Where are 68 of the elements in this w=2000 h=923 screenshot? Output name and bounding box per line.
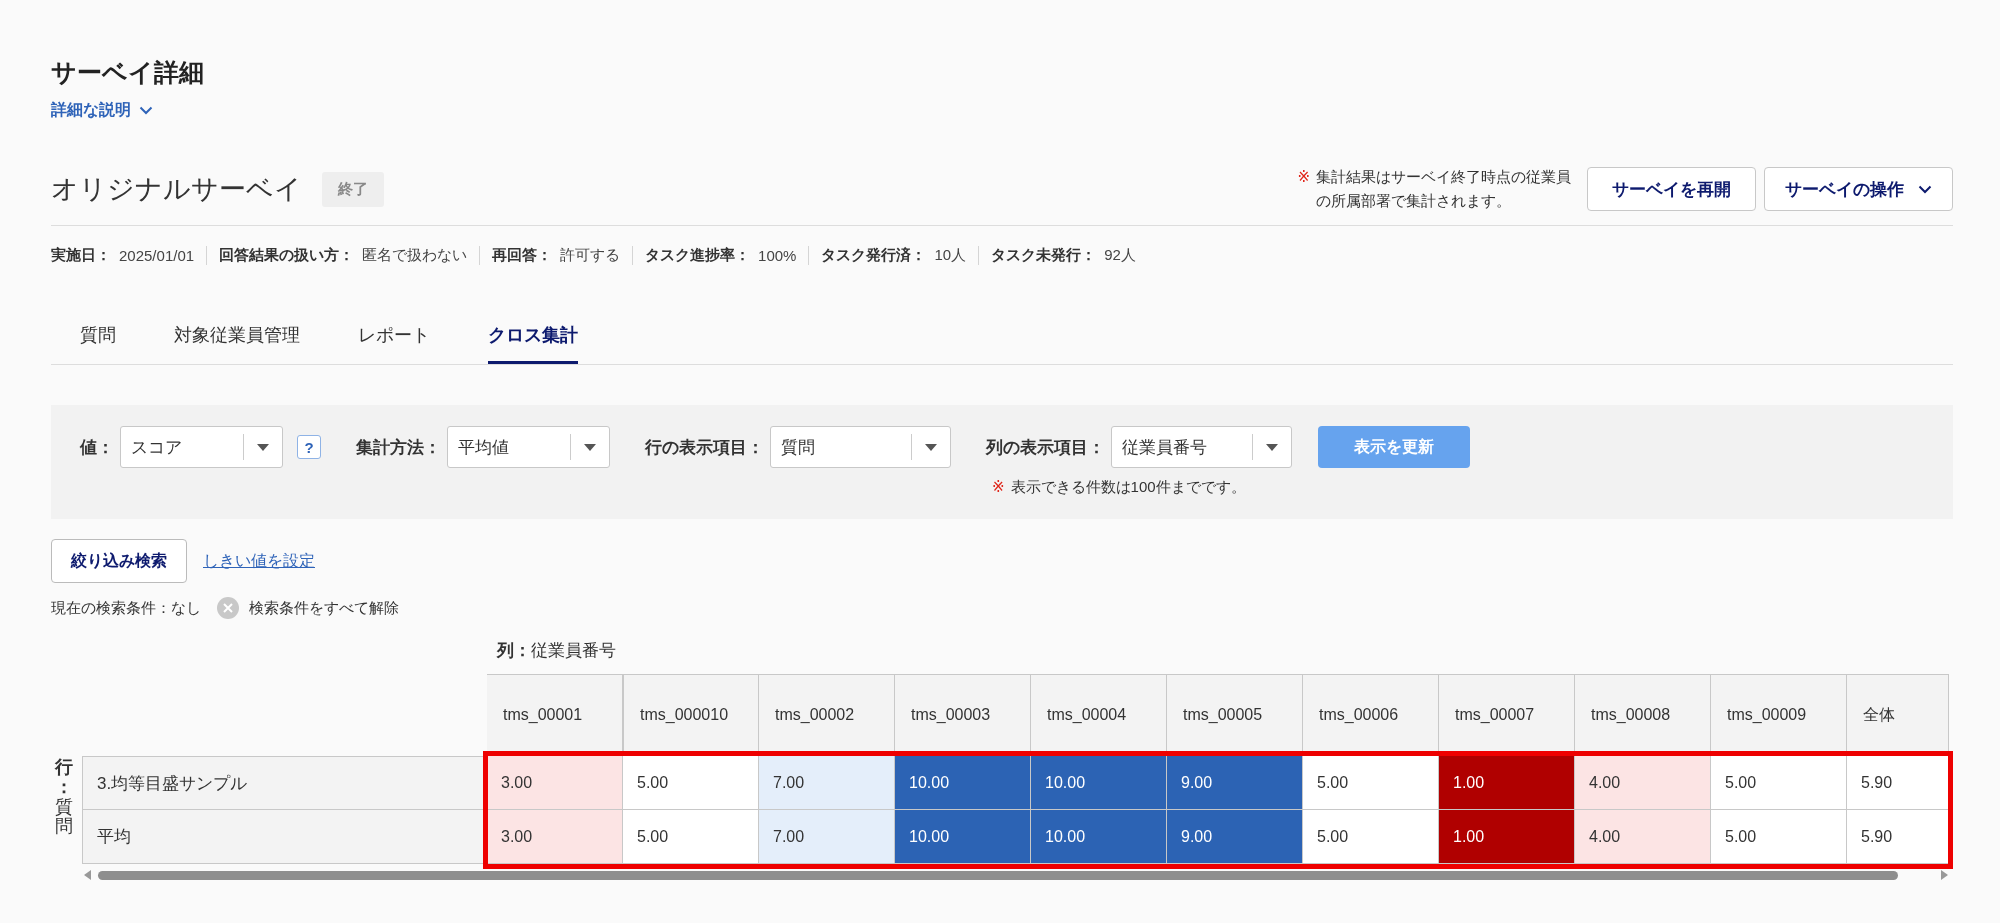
dropdown[interactable]: スコア — [120, 426, 283, 468]
dropdown[interactable]: 質問 — [770, 426, 951, 468]
table-cell: 10.00 — [1031, 810, 1167, 864]
table-cell: 4.00 — [1575, 756, 1711, 810]
table-cell: 3.00 — [487, 810, 623, 864]
description-toggle[interactable]: 詳細な説明 — [51, 100, 153, 121]
caret-icon — [1266, 443, 1278, 451]
dropdown[interactable]: 従業員番号 — [1111, 426, 1292, 468]
filter-search-button[interactable]: 絞り込み検索 — [51, 539, 187, 583]
reopen-button[interactable]: サーベイを再開 — [1587, 167, 1756, 211]
dropdown[interactable]: 平均値 — [447, 426, 610, 468]
tab[interactable]: 対象従業員管理 — [174, 315, 300, 364]
table-cell: 5.00 — [1711, 756, 1847, 810]
caret-icon — [925, 443, 937, 451]
operations-dropdown-button[interactable]: サーベイの操作 — [1764, 167, 1953, 211]
table-cell: 5.00 — [623, 810, 759, 864]
caret-icon — [584, 443, 596, 451]
notice-text: ※ 集計結果はサーベイ終了時点の従業員 の所属部署で集計されます。 — [1297, 167, 1571, 211]
table-cell: 4.00 — [1575, 810, 1711, 864]
filter-label: 集計方法： — [356, 436, 441, 459]
chevron-down-icon — [139, 106, 153, 115]
meta-value: 匿名で扱わない — [362, 246, 468, 265]
meta-label: 実施日： — [51, 246, 111, 265]
threshold-link[interactable]: しきい値を設定 — [203, 550, 315, 572]
row-axis-label: 行：質問 — [55, 758, 73, 838]
meta-value: 10人 — [934, 246, 967, 265]
table-cell: 9.00 — [1167, 756, 1303, 810]
table-cell: 5.90 — [1847, 810, 1949, 864]
table-cell: 9.00 — [1167, 810, 1303, 864]
meta-label: タスク進捗率： — [645, 246, 751, 265]
table-cell: 3.00 — [487, 756, 623, 810]
tab[interactable]: 質問 — [80, 315, 116, 364]
table-cell: 10.00 — [895, 810, 1031, 864]
clear-icon — [217, 597, 239, 619]
meta-label: 回答結果の扱い方： — [219, 246, 355, 265]
help-button[interactable]: ? — [297, 435, 321, 459]
table-cell: 10.00 — [1031, 756, 1167, 810]
caret-icon — [257, 443, 269, 451]
table-cell: 5.00 — [1303, 756, 1439, 810]
meta-label: タスク未発行： — [991, 246, 1097, 265]
status-badge: 終了 — [322, 171, 384, 207]
search-condition-text: 現在の検索条件：なし — [51, 598, 201, 618]
filter-label: 列の表示項目： — [986, 436, 1105, 459]
tab[interactable]: レポート — [358, 315, 430, 364]
survey-name: オリジナルサーベイ — [51, 173, 302, 206]
clear-conditions-button[interactable]: 検索条件をすべて解除 — [217, 597, 399, 619]
table-cell: 1.00 — [1439, 756, 1575, 810]
table-cell: 1.00 — [1439, 810, 1575, 864]
table-cell: 5.00 — [1303, 810, 1439, 864]
filter-label: 行の表示項目： — [645, 436, 764, 459]
limit-note: ※ 表示できる件数は100件までです。 — [991, 478, 1247, 497]
caret-icon — [1918, 184, 1932, 194]
meta-label: 再回答： — [492, 246, 553, 265]
meta-value: 2025/01/01 — [119, 247, 195, 264]
meta-value: 許可する — [560, 246, 621, 265]
table-cell: 5.00 — [623, 756, 759, 810]
meta-value: 92人 — [1104, 246, 1136, 265]
table-cell: 7.00 — [759, 756, 895, 810]
meta-value: 100% — [758, 247, 797, 264]
page-title: サーベイ詳細 — [51, 57, 204, 88]
table-cell: 5.00 — [1711, 810, 1847, 864]
filter-label: 値： — [80, 436, 114, 459]
table-cell: 10.00 — [895, 756, 1031, 810]
table-cell: 7.00 — [759, 810, 895, 864]
tab[interactable]: クロス集計 — [488, 315, 578, 364]
meta-label: タスク発行済： — [821, 246, 927, 265]
column-axis-label: 列：従業員番号 — [497, 640, 616, 662]
table-cell: 5.90 — [1847, 756, 1949, 810]
